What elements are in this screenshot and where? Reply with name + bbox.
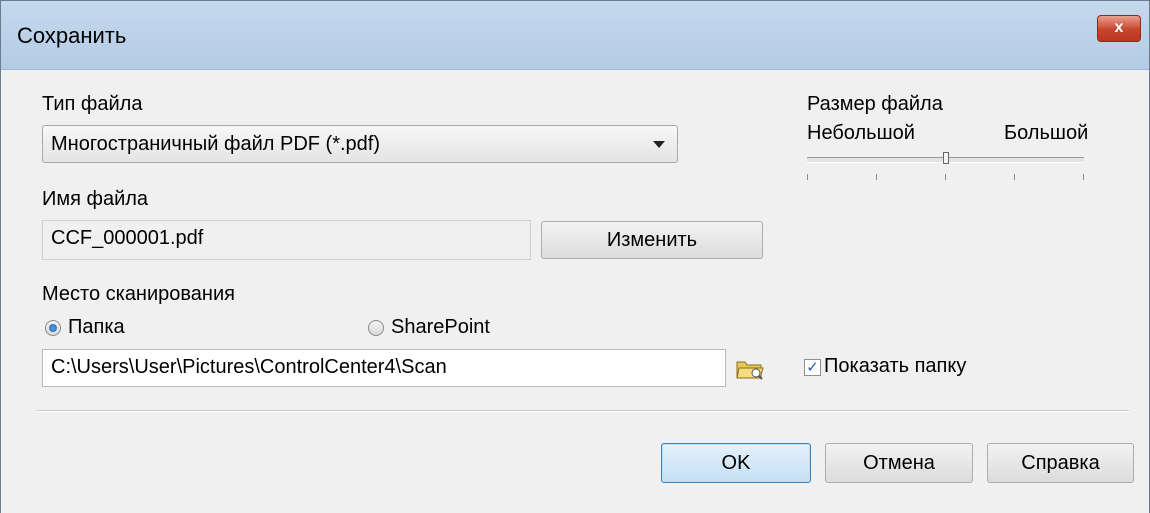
sharepoint-radio[interactable] — [368, 320, 384, 336]
slider-tick — [876, 174, 877, 180]
dialog-content: Тип файла Многостраничный файл PDF (*.pd… — [1, 70, 1149, 513]
scan-location-label: Место сканирования — [42, 283, 235, 305]
file-size-min-label: Небольшой — [807, 122, 915, 144]
dialog-title: Сохранить — [17, 23, 127, 48]
file-name-field: CCF_000001.pdf — [42, 220, 531, 260]
divider — [37, 410, 1129, 412]
file-name-label: Имя файла — [42, 188, 149, 210]
slider-tick — [1083, 174, 1084, 180]
scan-path-input[interactable]: C:\Users\User\Pictures\ControlCenter4\Sc… — [42, 349, 726, 387]
browse-folder-button[interactable] — [735, 357, 765, 381]
file-size-max-label: Большой — [1004, 122, 1089, 144]
cancel-button[interactable]: Отмена — [825, 443, 973, 483]
file-size-label: Размер файла — [807, 93, 943, 115]
file-type-label: Тип файла — [42, 93, 143, 115]
show-folder-checkbox[interactable]: ✓ — [804, 359, 821, 376]
file-type-select[interactable]: Многостраничный файл PDF (*.pdf) — [42, 125, 678, 163]
sharepoint-radio-label: SharePoint — [391, 316, 490, 338]
help-button[interactable]: Справка — [987, 443, 1134, 483]
file-size-slider-thumb[interactable] — [942, 152, 949, 164]
file-type-value: Многостраничный файл PDF (*.pdf) — [51, 133, 380, 155]
slider-tick — [807, 174, 808, 180]
checkmark-icon: ✓ — [806, 359, 819, 376]
ok-button[interactable]: OK — [661, 443, 811, 483]
show-folder-label: Показать папку — [824, 355, 967, 377]
folder-icon — [736, 361, 764, 380]
close-button[interactable]: x — [1097, 15, 1141, 42]
slider-tick — [1014, 174, 1015, 180]
folder-radio-label: Папка — [68, 316, 125, 338]
chevron-down-icon — [653, 141, 665, 148]
save-dialog: Сохранить x Тип файла Многостраничный фа… — [0, 0, 1150, 513]
title-bar[interactable]: Сохранить x — [1, 1, 1149, 70]
change-file-name-button[interactable]: Изменить — [541, 221, 763, 259]
close-icon: x — [1114, 19, 1124, 36]
slider-tick — [945, 174, 946, 180]
folder-radio[interactable] — [45, 320, 61, 336]
